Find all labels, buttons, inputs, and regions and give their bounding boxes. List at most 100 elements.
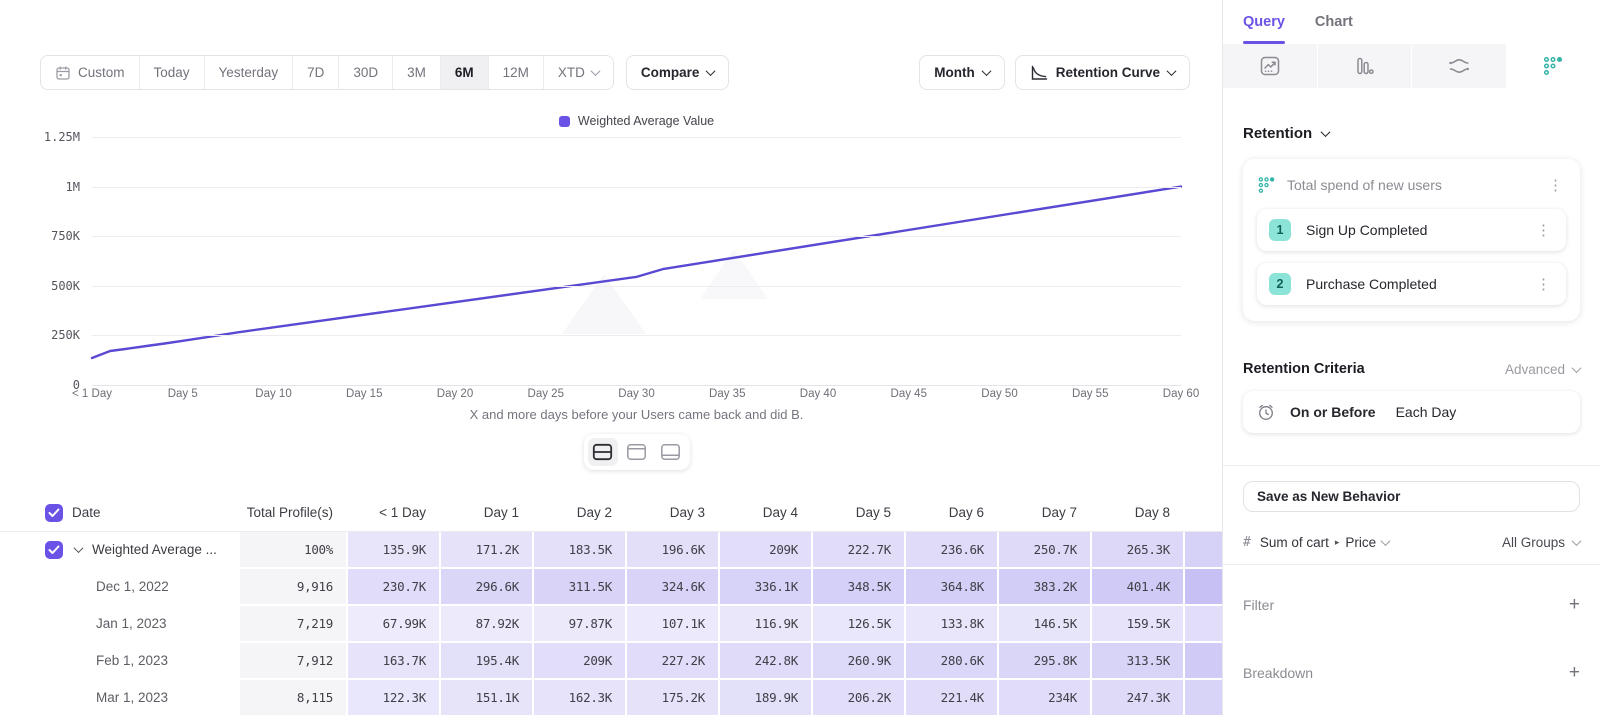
day-header-cell: Day 3: [627, 494, 718, 531]
chevron-down-icon: [706, 66, 716, 76]
row-label: Mar 1, 2023: [96, 690, 168, 705]
groups-dropdown[interactable]: All Groups: [1502, 535, 1580, 550]
table-chart-view-icon: [592, 443, 613, 461]
retention-value-cell: 348.5K: [813, 569, 904, 604]
kebab-menu-icon[interactable]: ⋮: [1533, 221, 1554, 239]
number-property-icon: #: [1243, 535, 1251, 550]
chart-type-button[interactable]: Retention Curve: [1015, 55, 1190, 90]
retention-section-header[interactable]: Retention: [1243, 125, 1580, 142]
table-bottom-view-button[interactable]: [656, 438, 686, 466]
retention-criteria-row: Retention Criteria Advanced: [1243, 361, 1580, 377]
retention-value-cell: 183.5K: [534, 532, 625, 567]
x-tick-label: Day 5: [168, 388, 198, 400]
retention-value-cell: 247.3K: [1092, 680, 1183, 715]
x-axis-labels: < 1 DayDay 5Day 10Day 15Day 20Day 25Day …: [0, 385, 1222, 401]
retention-value-cell: 236.6K: [906, 532, 997, 567]
row-date-cell: Mar 1, 2023: [0, 680, 238, 715]
date-range-xtd[interactable]: XTD: [544, 56, 613, 89]
chevron-down-icon: [1167, 66, 1177, 76]
retention-value-cell: 230.7K: [348, 569, 439, 604]
retention-value-cell: 206.2K: [813, 680, 904, 715]
save-as-new-behavior-button[interactable]: Save as New Behavior: [1243, 481, 1580, 512]
retention-value-cell: 159.5K: [1092, 606, 1183, 641]
compare-button[interactable]: Compare: [626, 55, 730, 90]
insights-tile[interactable]: [1223, 44, 1318, 88]
expand-chevron-icon[interactable]: [74, 543, 84, 553]
row-checkbox[interactable]: [45, 541, 63, 559]
x-tick-label: Day 20: [437, 388, 473, 400]
y-tick-label: 1.25M: [0, 130, 80, 144]
kebab-menu-icon[interactable]: ⋮: [1545, 176, 1566, 194]
behavior-steps: 1Sign Up Completed⋮ 2Purchase Completed⋮: [1257, 209, 1566, 305]
row-total-cell: 7,219: [240, 606, 346, 641]
toolbar-right-group: Month Retention Curve: [919, 55, 1190, 90]
behavior-title: Total spend of new users: [1287, 177, 1534, 193]
retention-value-cell: 151.1K: [441, 680, 532, 715]
date-range-12m[interactable]: 12M: [489, 56, 544, 89]
y-tick-label: 500K: [0, 279, 80, 293]
retention-value-cell: 133.8K: [906, 606, 997, 641]
retention-value-cell: 196.6K: [627, 532, 718, 567]
date-range-yesterday[interactable]: Yesterday: [205, 56, 294, 89]
retention-value-cell: 126.5K: [813, 606, 904, 641]
row-checkbox[interactable]: [45, 504, 63, 522]
date-range-6m[interactable]: 6M: [441, 56, 489, 89]
granularity-button[interactable]: Month: [919, 55, 1004, 90]
total-header-cell: Total Profile(s): [240, 494, 346, 531]
row-total-cell: 100%: [240, 532, 346, 567]
retention-icon: [1542, 55, 1564, 77]
criteria-timing-card[interactable]: On or Before Each Day: [1243, 391, 1580, 433]
granularity-label: Month: [934, 65, 974, 80]
date-range-30d[interactable]: 30D: [339, 56, 393, 89]
day-header-cell: Day 7: [999, 494, 1090, 531]
breakdown-section: Breakdown +: [1243, 663, 1580, 682]
funnels-tile[interactable]: [1318, 44, 1413, 88]
partial-value-cell: [1185, 569, 1222, 604]
y-axis-labels: 1.25M1M750K500K250K0: [0, 137, 80, 385]
timing-label: On or Before: [1290, 404, 1376, 420]
behavior-step-2[interactable]: 2Purchase Completed⋮: [1257, 263, 1566, 305]
retention-value-cell: 209K: [534, 643, 625, 678]
partial-value-cell: [1185, 532, 1222, 567]
date-range-custom[interactable]: Custom: [41, 56, 140, 89]
date-range-label: 12M: [503, 65, 529, 80]
date-range-today[interactable]: Today: [140, 56, 205, 89]
advanced-label: Advanced: [1505, 362, 1565, 377]
layout-toggle-group: [584, 434, 690, 470]
retention-tile[interactable]: [1507, 44, 1600, 88]
add-filter-button[interactable]: +: [1569, 595, 1580, 614]
date-range-group: CustomToday Yesterday 7D30D3M6M 12M XTD: [40, 55, 614, 90]
date-range-7d[interactable]: 7D: [293, 56, 339, 89]
advanced-dropdown[interactable]: Advanced: [1505, 362, 1580, 377]
retention-icon: [1257, 176, 1276, 195]
measure-row: # Sum of cart ▸ Price All Groups: [1243, 527, 1580, 557]
chevron-down-icon: [1572, 536, 1582, 546]
add-breakdown-button[interactable]: +: [1569, 663, 1580, 682]
flows-icon: [1447, 55, 1471, 77]
legend-swatch: [559, 116, 570, 127]
kebab-menu-icon[interactable]: ⋮: [1533, 275, 1554, 293]
tab-chart[interactable]: Chart: [1315, 0, 1353, 44]
tab-query[interactable]: Query: [1243, 0, 1285, 44]
measure-property-dropdown[interactable]: Sum of cart ▸ Price: [1260, 535, 1389, 550]
chart-top-view-button[interactable]: [622, 438, 652, 466]
table-header-row: DateTotal Profile(s)< 1 DayDay 1Day 2Day…: [0, 494, 1222, 532]
gridline: [92, 335, 1181, 336]
retention-value-cell: 189.9K: [720, 680, 811, 715]
flows-tile[interactable]: [1412, 44, 1507, 88]
table-chart-view-button[interactable]: [588, 438, 618, 466]
day-header-cell: Day 5: [813, 494, 904, 531]
caret-right-icon: ▸: [1335, 537, 1340, 548]
date-range-label: Yesterday: [219, 65, 279, 80]
date-range-3m[interactable]: 3M: [393, 56, 441, 89]
behavior-step-1[interactable]: 1Sign Up Completed⋮: [1257, 209, 1566, 251]
retention-value-cell: 242.8K: [720, 643, 811, 678]
retention-value-cell: 311.5K: [534, 569, 625, 604]
retention-value-cell: 401.4K: [1092, 569, 1183, 604]
partial-header-cell: [1185, 494, 1222, 531]
retention-value-cell: 162.3K: [534, 680, 625, 715]
day-header-cell: Day 4: [720, 494, 811, 531]
retention-value-cell: 313.5K: [1092, 643, 1183, 678]
row-total-cell: 7,912: [240, 643, 346, 678]
retention-value-cell: 135.9K: [348, 532, 439, 567]
